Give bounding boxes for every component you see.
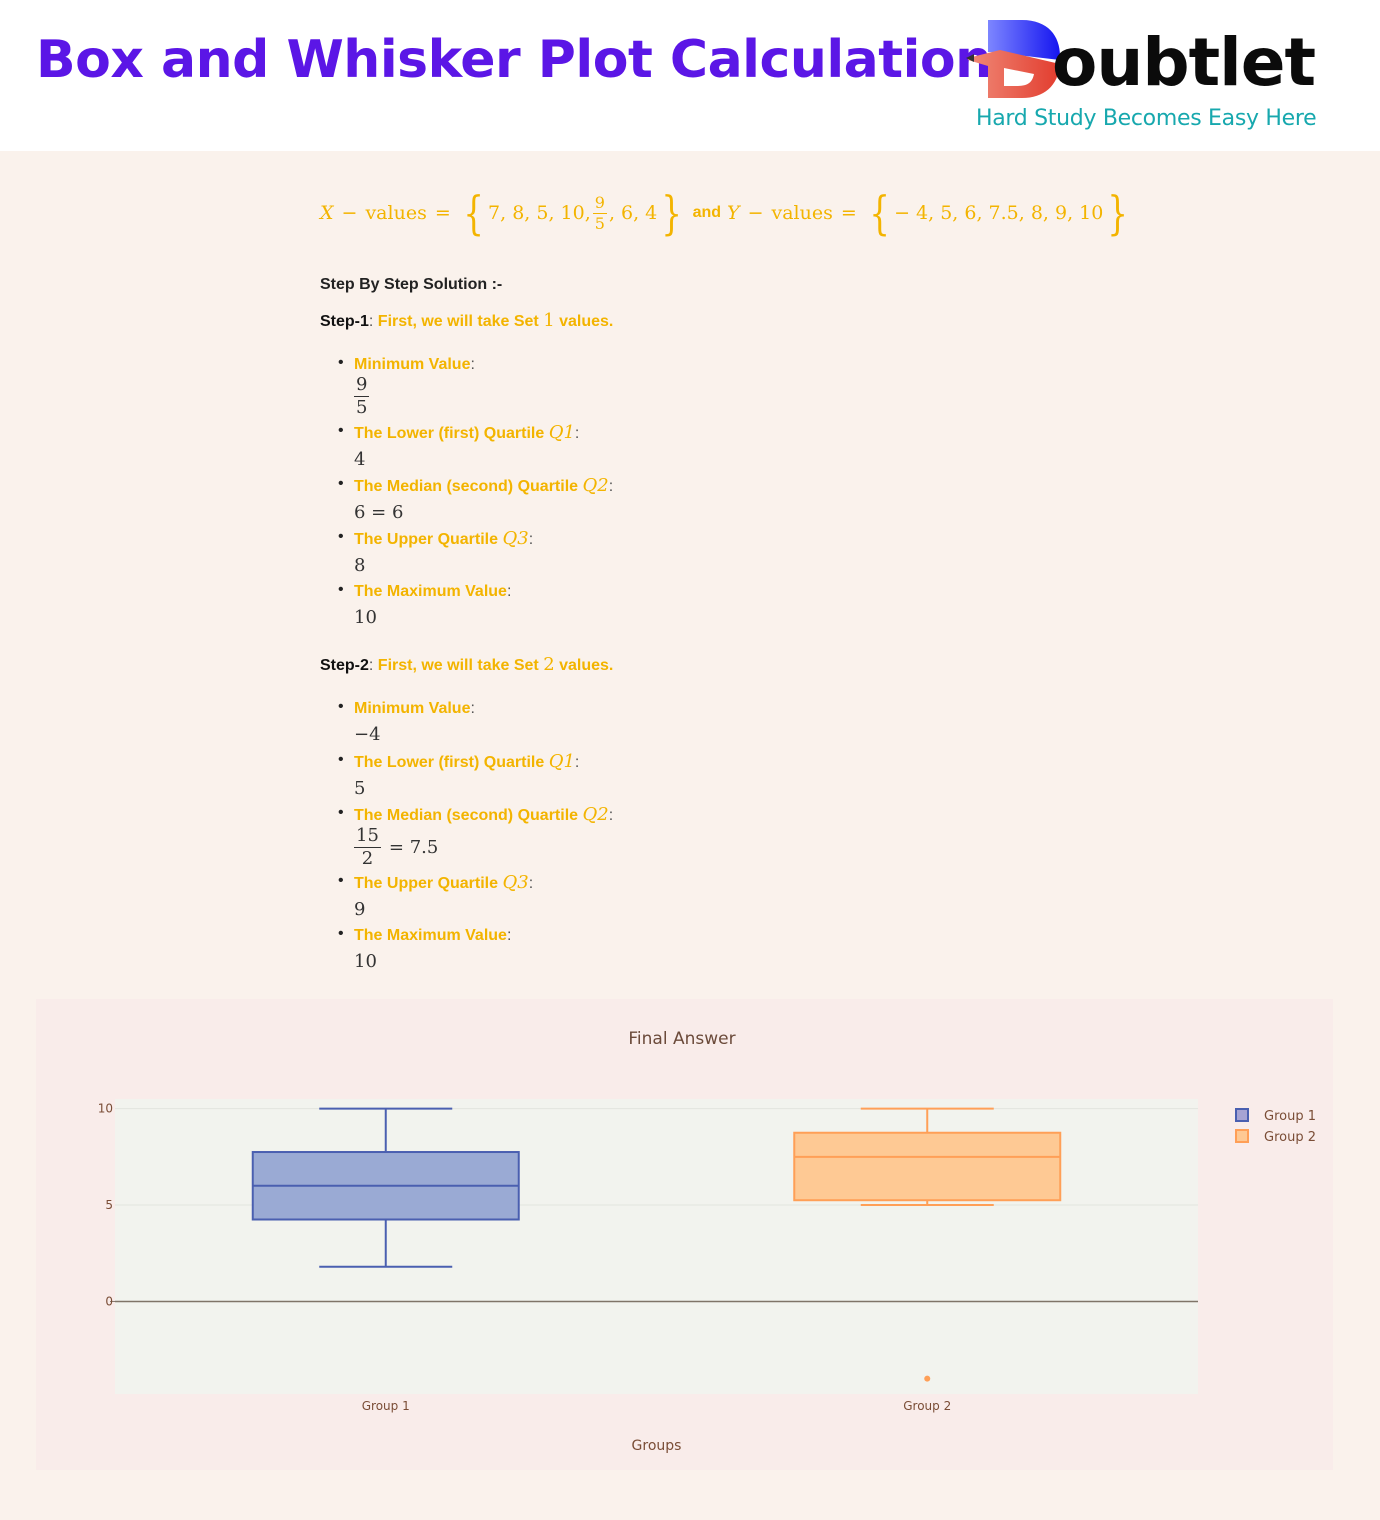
item-value-fraction: 9 5 xyxy=(354,374,370,418)
x-tick-label: Group 1 xyxy=(362,1399,410,1413)
item-value: 10 xyxy=(354,607,377,628)
quartile-symbol: Q2 xyxy=(582,475,609,496)
item-value: = 7.5 xyxy=(388,836,439,858)
chart-svg: 0 5 10 Group 1 Group 2 Group 1 Group 2 Final … xyxy=(98,1029,1316,1454)
y-tick-label: 0 xyxy=(105,1294,113,1308)
chart-title: Final Answer xyxy=(628,1029,735,1049)
item-value: 8 xyxy=(354,555,366,576)
quartile-symbol: Q3 xyxy=(502,528,529,549)
item-value: 6 = 6 xyxy=(354,502,404,523)
and-word: and xyxy=(692,204,722,221)
item-label: The Median (second) Quartile xyxy=(354,478,583,495)
list-item: The Maximum Value: 10 xyxy=(334,581,613,634)
item-label: Minimum Value xyxy=(354,700,471,717)
outlier-point xyxy=(924,1375,931,1382)
step-title-post: values. xyxy=(554,657,614,674)
item-label: The Lower (first) Quartile xyxy=(354,754,549,771)
values-word: values xyxy=(365,202,427,224)
x-values-part1: 7, 8, 5, 10, xyxy=(488,202,591,224)
problem-statement: X − values = { 7, 8, 5, 10, 9 5 , 6, 4 }… xyxy=(320,190,1133,236)
equals-sign: = xyxy=(434,202,451,224)
header: Box and Whisker Plot Calculation oubtlet… xyxy=(0,0,1380,151)
item-value: 10 xyxy=(354,951,377,972)
list-item: The Upper Quartile Q3: 8 xyxy=(334,528,613,581)
solution-heading: Step By Step Solution :- xyxy=(320,276,503,293)
fraction-denominator: 5 xyxy=(594,213,605,233)
list-item: Minimum Value: −4 xyxy=(334,698,613,751)
iqr-box xyxy=(793,1131,1062,1202)
fraction-numerator: 9 xyxy=(354,374,370,397)
step-title-pre: First, we will take Set xyxy=(377,313,544,330)
item-label: The Lower (first) Quartile xyxy=(354,425,549,442)
item-label: The Maximum Value xyxy=(354,927,507,944)
legend-swatch xyxy=(1235,1129,1249,1143)
close-brace: } xyxy=(1107,186,1129,240)
fraction-numerator: 9 xyxy=(592,192,607,214)
quartile-symbol: Q1 xyxy=(548,751,575,772)
x-values-part2: , 6, 4 xyxy=(608,202,658,224)
item-value-fraction: 15 2 xyxy=(354,827,381,868)
x-symbol: X xyxy=(320,202,334,224)
list-item: The Maximum Value: 10 xyxy=(334,925,613,978)
quartile-symbol: Q1 xyxy=(548,422,575,443)
step-title-post: values. xyxy=(554,313,614,330)
item-label: The Upper Quartile xyxy=(354,875,503,892)
step-1-heading: Step-1: First, we will take Set 1 values… xyxy=(320,310,614,331)
fraction-denominator: 2 xyxy=(361,848,374,869)
x-values-fraction: 9 5 xyxy=(592,192,607,233)
legend-swatch xyxy=(1235,1108,1249,1122)
item-value: 5 xyxy=(354,778,366,799)
step-label: Step-2 xyxy=(320,657,369,674)
logo-wordmark: oubtlet xyxy=(1052,24,1316,101)
item-value: 4 xyxy=(354,449,366,470)
list-item: The Upper Quartile Q3: 9 xyxy=(334,872,613,925)
list-item: The Lower (first) Quartile Q1: 5 xyxy=(334,751,613,804)
fraction-denominator: 5 xyxy=(356,397,368,418)
item-label: The Maximum Value xyxy=(354,583,507,600)
step-2-heading: Step-2: First, we will take Set 2 values… xyxy=(320,654,614,675)
page-title: Box and Whisker Plot Calculation xyxy=(36,30,992,90)
x-axis-title: Groups xyxy=(632,1438,682,1454)
item-label: The Upper Quartile xyxy=(354,531,503,548)
list-item: The Median (second) Quartile Q2: 15 2 = … xyxy=(334,804,613,872)
quartile-symbol: Q3 xyxy=(502,872,529,893)
logo-tagline: Hard Study Becomes Easy Here xyxy=(976,106,1317,131)
box-plot-chart: 0 5 10 Group 1 Group 2 Group 1 Group 2 Final … xyxy=(36,999,1333,1470)
step-label: Step-1 xyxy=(320,313,369,330)
y-values: − 4, 5, 6, 7.5, 8, 9, 10 xyxy=(894,202,1104,224)
step-2-list: Minimum Value: −4 The Lower (first) Quar… xyxy=(334,698,613,978)
item-value: 9 xyxy=(354,899,366,920)
y-tick-label: 5 xyxy=(105,1198,113,1212)
set-number: 2 xyxy=(543,654,555,675)
open-brace: { xyxy=(869,186,890,240)
open-brace: { xyxy=(463,186,484,240)
close-brace: } xyxy=(661,186,683,240)
fraction-numerator: 15 xyxy=(354,825,381,848)
set-number: 1 xyxy=(543,310,555,331)
doubtlet-logo[interactable]: oubtlet Hard Study Becomes Easy Here xyxy=(960,14,1340,139)
legend-label: Group 2 xyxy=(1264,1130,1316,1145)
item-label: Minimum Value xyxy=(354,356,471,373)
equals-sign: = xyxy=(840,202,857,224)
list-item: Minimum Value: 9 5 xyxy=(334,354,613,422)
x-tick-label: Group 2 xyxy=(903,1399,951,1413)
y-symbol: Y xyxy=(727,202,740,224)
item-label: The Median (second) Quartile xyxy=(354,807,583,824)
minus-sign: − xyxy=(747,202,764,224)
values-word: values xyxy=(771,202,833,224)
legend-label: Group 1 xyxy=(1264,1109,1316,1124)
list-item: The Median (second) Quartile Q2: 6 = 6 xyxy=(334,475,613,528)
step-title-pre: First, we will take Set xyxy=(377,657,544,674)
step-1-list: Minimum Value: 9 5 The Lower (first) Qua… xyxy=(334,354,613,634)
list-item: The Lower (first) Quartile Q1: 4 xyxy=(334,422,613,475)
y-tick-label: 10 xyxy=(98,1102,113,1116)
minus-sign: − xyxy=(341,202,358,224)
quartile-symbol: Q2 xyxy=(582,804,609,825)
item-value: −4 xyxy=(354,724,381,745)
